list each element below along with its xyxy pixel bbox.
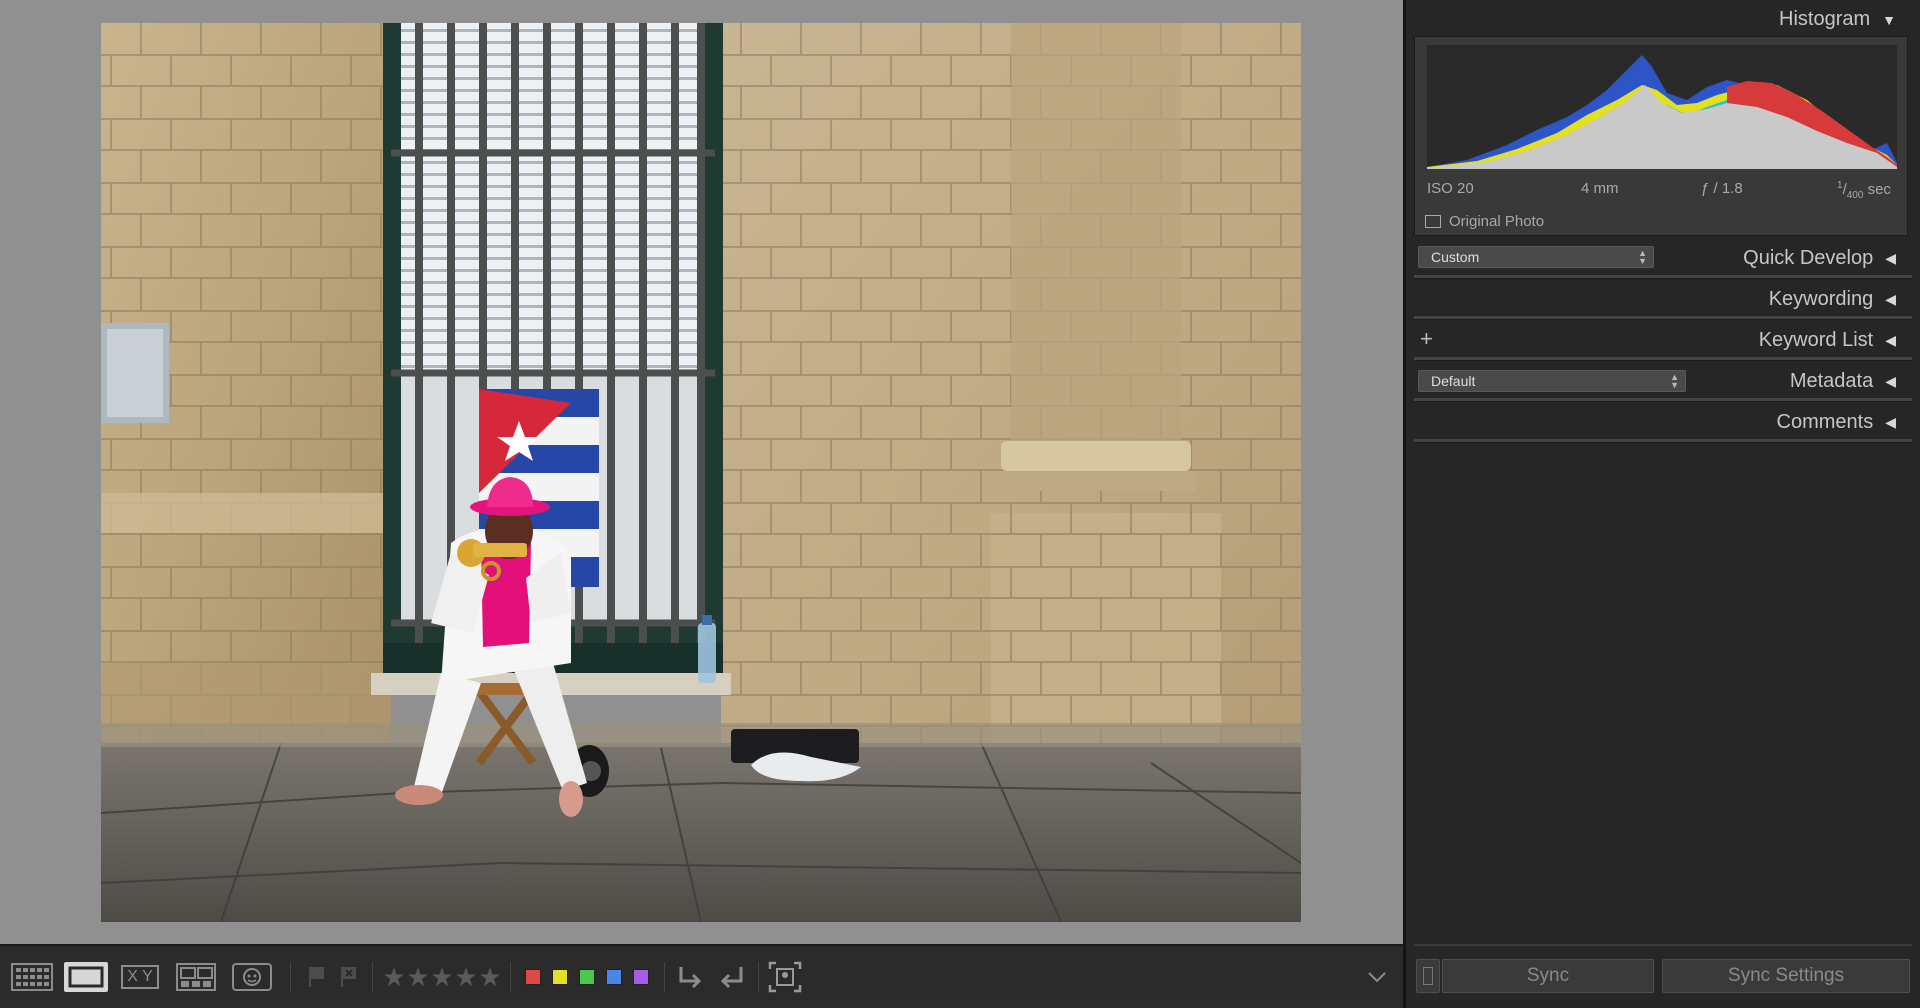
- right-panel: Histogram ▼ ISO 20 4 mm ƒ / 1.8 1/400 se…: [1406, 0, 1920, 1008]
- histogram-aperture: ƒ / 1.8: [1701, 180, 1743, 197]
- sync-button[interactable]: Sync: [1442, 959, 1654, 993]
- filmstrip-toolbar: X Y ★ ★ ★ ★ ★: [0, 944, 1403, 1008]
- crop-overlay-icon[interactable]: [766, 961, 804, 993]
- original-photo-toggle[interactable]: Original Photo: [1425, 213, 1544, 230]
- shutter-num: 1: [1837, 180, 1843, 191]
- metadata-header[interactable]: Metadata ◀: [1790, 370, 1896, 393]
- panel-collapse-triangle-icon[interactable]: ◀: [1885, 414, 1896, 431]
- flag-reject-icon[interactable]: [336, 962, 362, 992]
- star-4[interactable]: ★: [454, 962, 478, 992]
- star-3[interactable]: ★: [430, 962, 454, 992]
- panel-separator: [1414, 275, 1912, 279]
- color-label-blue[interactable]: [606, 969, 622, 985]
- sync-settings-button[interactable]: Sync Settings: [1662, 959, 1910, 993]
- survey-view-icon[interactable]: [174, 962, 218, 992]
- keyword-list-title: Keyword List: [1758, 329, 1874, 351]
- keyword-list-header[interactable]: Keyword List ◀: [1759, 329, 1896, 352]
- grid-view-icon[interactable]: [10, 962, 54, 992]
- panel-separator: [1414, 398, 1912, 402]
- toolbar-separator: [758, 962, 759, 992]
- histogram-shutter-speed: 1/400 sec: [1837, 180, 1891, 201]
- quick-develop-preset-value: Custom: [1431, 249, 1480, 265]
- histogram-iso: ISO 20: [1427, 180, 1474, 197]
- panel-separator: [1414, 316, 1912, 320]
- star-2[interactable]: ★: [406, 962, 430, 992]
- panel-collapse-triangle-icon[interactable]: ◀: [1885, 373, 1896, 390]
- checkbox-icon[interactable]: [1425, 215, 1441, 228]
- color-label-green[interactable]: [579, 969, 595, 985]
- compare-view-icon[interactable]: X Y: [118, 962, 162, 992]
- quick-develop-header[interactable]: Quick Develop ◀: [1743, 247, 1896, 270]
- panel-collapse-triangle-icon[interactable]: ▼: [1882, 12, 1896, 28]
- toolbar-separator: [290, 962, 291, 992]
- loupe-canvas: [0, 0, 1403, 944]
- histogram-plot[interactable]: [1427, 45, 1897, 169]
- panel-separator: [1414, 439, 1912, 443]
- people-view-icon[interactable]: [230, 962, 274, 992]
- histogram-title: Histogram: [1779, 8, 1871, 30]
- panel-separator: [1414, 357, 1912, 361]
- color-label-purple[interactable]: [633, 969, 649, 985]
- panel-collapse-triangle-icon[interactable]: ◀: [1885, 332, 1896, 349]
- auto-sync-toggle[interactable]: [1416, 959, 1440, 993]
- quick-develop-preset-select[interactable]: Custom ▲ ▼: [1418, 246, 1654, 268]
- keywording-title: Keywording: [1768, 288, 1874, 310]
- original-photo-label: Original Photo: [1449, 213, 1545, 230]
- shutter-unit: sec: [1867, 181, 1891, 198]
- toolbar-separator: [510, 962, 511, 992]
- select-arrows-icon: ▲ ▼: [1638, 248, 1647, 266]
- metadata-preset-select[interactable]: Default ▲ ▼: [1418, 370, 1686, 392]
- star-5[interactable]: ★: [478, 962, 502, 992]
- color-labels: [520, 962, 654, 992]
- quick-develop-title: Quick Develop: [1743, 247, 1874, 269]
- star-1[interactable]: ★: [382, 962, 406, 992]
- panel-separator: [1414, 944, 1912, 946]
- metadata-preset-value: Default: [1431, 373, 1476, 389]
- histogram-panel: ISO 20 4 mm ƒ / 1.8 1/400 sec Original P…: [1414, 36, 1908, 236]
- color-label-yellow[interactable]: [552, 969, 568, 985]
- select-arrows-icon: ▲ ▼: [1670, 372, 1679, 390]
- metadata-title: Metadata: [1789, 370, 1874, 392]
- toolbar-menu-chevron-icon[interactable]: [1362, 962, 1392, 992]
- toolbar-separator: [372, 962, 373, 992]
- keyword-list-add-button[interactable]: +: [1420, 326, 1433, 352]
- histogram-focal-length: 4 mm: [1581, 180, 1619, 197]
- main-photo[interactable]: [101, 23, 1301, 922]
- panel-collapse-triangle-icon[interactable]: ◀: [1885, 250, 1896, 267]
- histogram-header[interactable]: Histogram ▼: [1779, 8, 1896, 31]
- flag-pick-icon[interactable]: [304, 962, 330, 992]
- rotate-left-icon[interactable]: [672, 962, 708, 992]
- shutter-den: 400: [1846, 190, 1864, 201]
- star-rating[interactable]: ★ ★ ★ ★ ★: [382, 962, 502, 992]
- panel-collapse-triangle-icon[interactable]: ◀: [1885, 291, 1896, 308]
- toolbar-separator: [664, 962, 665, 992]
- comments-title: Comments: [1776, 411, 1874, 433]
- comments-header[interactable]: Comments ◀: [1777, 411, 1896, 434]
- switch-icon: [1423, 967, 1433, 985]
- rotate-right-icon[interactable]: [714, 962, 750, 992]
- color-label-red[interactable]: [525, 969, 541, 985]
- keywording-header[interactable]: Keywording ◀: [1769, 288, 1896, 311]
- compare-xy-label: X Y: [121, 965, 159, 989]
- loupe-view-icon[interactable]: [64, 962, 108, 992]
